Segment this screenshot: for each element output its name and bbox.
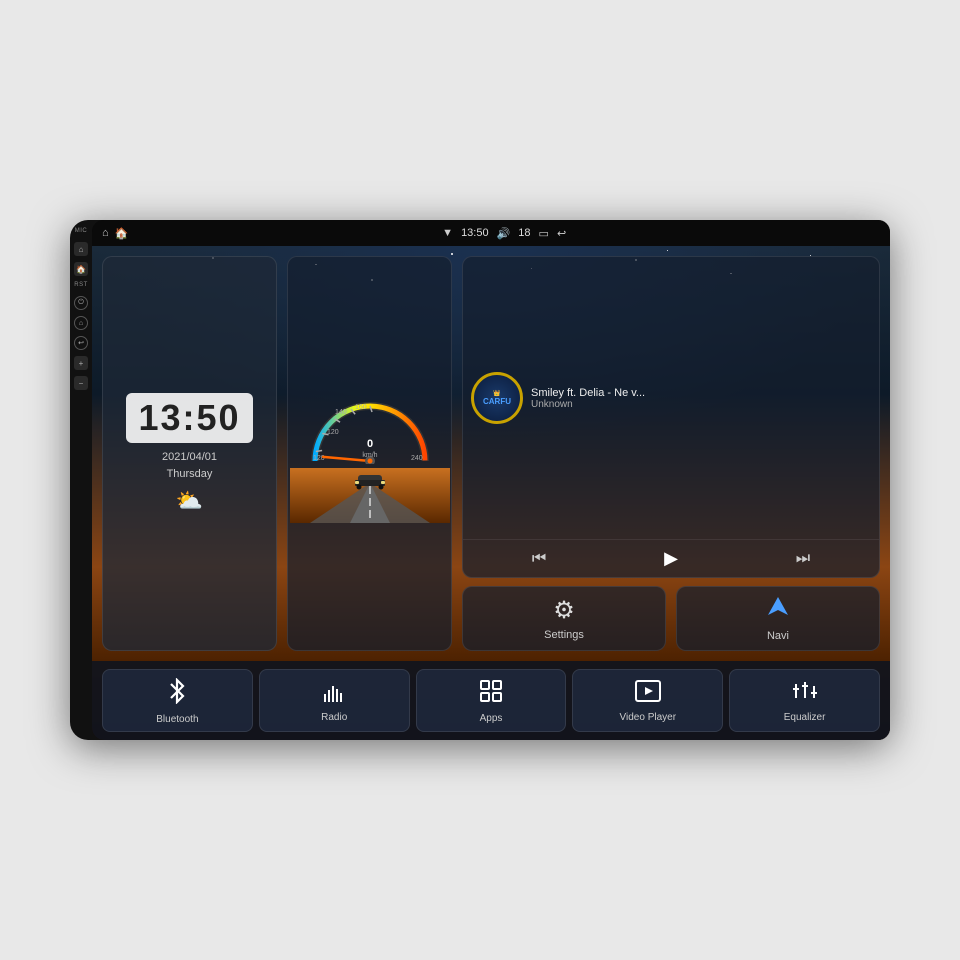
vol-up-btn[interactable]: + <box>74 356 88 370</box>
right-column: 👑 CARFU Smiley ft. Delia - Ne v... Unkno… <box>462 256 880 651</box>
music-top: 👑 CARFU Smiley ft. Delia - Ne v... Unkno… <box>463 257 879 539</box>
music-artist: Unknown <box>531 399 871 410</box>
road-svg <box>290 468 450 523</box>
navi-button[interactable]: Navi <box>676 586 880 651</box>
speedo-container: 120 160 240 140 120 0 km/h <box>301 385 439 468</box>
apps-label: Apps <box>480 713 503 724</box>
radio-label: Radio <box>321 712 347 723</box>
volume-icon: 🔊 <box>497 227 511 240</box>
rst-label: RST <box>74 282 88 288</box>
volume-level: 18 <box>518 227 530 239</box>
radio-button[interactable]: Radio <box>259 669 410 732</box>
clock-date: 2021/04/01 Thursday <box>162 449 217 482</box>
svg-text:140: 140 <box>335 409 347 416</box>
mic-label: MIC <box>75 228 88 234</box>
main-content: 13:50 2021/04/01 Thursday ⛅ <box>92 246 890 740</box>
bluetooth-button[interactable]: Bluetooth <box>102 669 253 732</box>
side-buttons: MIC ⌂ 🏠 RST ⏻ ⌂ ↩ + − <box>70 220 92 740</box>
next-btn[interactable]: ⏭ <box>788 548 818 570</box>
clock-widget: 13:50 2021/04/01 Thursday ⛅ <box>102 256 277 651</box>
clock-time: 13:50 <box>138 397 240 439</box>
svg-text:160: 160 <box>355 404 367 411</box>
play-btn[interactable]: ▶ <box>656 546 686 571</box>
back-status-icon: ↩ <box>557 227 566 240</box>
weather-icon: ⛅ <box>176 488 203 514</box>
music-title: Smiley ft. Delia - Ne v... <box>531 387 871 399</box>
widgets-row: 13:50 2021/04/01 Thursday ⛅ <box>92 246 890 661</box>
svg-text:120: 120 <box>327 429 339 436</box>
navi-icon <box>766 595 790 626</box>
clock-display: 13:50 <box>126 393 252 443</box>
status-center: ▼ 13:50 🔊 18 ▭ ↩ <box>442 227 566 240</box>
music-info: Smiley ft. Delia - Ne v... Unknown <box>531 387 871 410</box>
window-icon: ▭ <box>539 227 549 240</box>
vol-down-btn[interactable]: − <box>74 376 88 390</box>
svg-text:km/h: km/h <box>362 452 377 459</box>
svg-text:0: 0 <box>366 438 372 450</box>
road-scene <box>288 468 451 523</box>
settings-row: ⚙ Settings Navi <box>462 586 880 651</box>
equalizer-icon <box>792 680 818 708</box>
status-bar: ⌂ 🏠 ▼ 13:50 🔊 18 ▭ ↩ <box>92 220 890 246</box>
video-icon <box>635 680 661 708</box>
speedo-widget: 120 160 240 140 120 0 km/h <box>287 256 452 651</box>
app-bar: Bluetooth Radio <box>92 661 890 740</box>
music-controls: ⏮ ▶ ⏭ <box>463 539 879 577</box>
album-text: 👑 CARFU <box>483 390 511 406</box>
apps-button[interactable]: Apps <box>416 669 567 732</box>
status-time: 13:50 <box>461 227 489 239</box>
equalizer-button[interactable]: Equalizer <box>729 669 880 732</box>
home2-btn[interactable]: 🏠 <box>74 262 88 276</box>
album-art: 👑 CARFU <box>471 372 523 424</box>
svg-text:240: 240 <box>411 455 423 462</box>
settings-icon: ⚙ <box>553 596 575 625</box>
home3-btn[interactable]: ⌂ <box>74 316 88 330</box>
equalizer-label: Equalizer <box>784 712 826 723</box>
power-btn[interactable]: ⏻ <box>74 296 88 310</box>
navi-label: Navi <box>767 630 789 642</box>
radio-icon <box>322 680 346 708</box>
bluetooth-icon <box>166 678 188 710</box>
video-label: Video Player <box>620 712 677 723</box>
video-player-button[interactable]: Video Player <box>572 669 723 732</box>
apps-icon <box>479 679 503 709</box>
wifi-icon: ▼ <box>442 227 453 239</box>
screen: ⌂ 🏠 ▼ 13:50 🔊 18 ▭ ↩ <box>92 220 890 740</box>
app-icon-status[interactable]: 🏠 <box>115 227 129 240</box>
settings-label: Settings <box>544 629 584 641</box>
bluetooth-label: Bluetooth <box>156 714 198 725</box>
prev-btn[interactable]: ⏮ <box>524 548 554 570</box>
gauge-svg: 120 160 240 140 120 0 km/h <box>305 389 435 464</box>
home-btn[interactable]: ⌂ <box>74 242 88 256</box>
home-icon[interactable]: ⌂ <box>102 227 109 239</box>
back-btn[interactable]: ↩ <box>74 336 88 350</box>
device-outer: MIC ⌂ 🏠 RST ⏻ ⌂ ↩ + − ⌂ 🏠 ▼ 13:50 🔊 18 ▭… <box>70 220 890 740</box>
status-left: ⌂ 🏠 <box>102 227 128 240</box>
settings-button[interactable]: ⚙ Settings <box>462 586 666 651</box>
music-widget: 👑 CARFU Smiley ft. Delia - Ne v... Unkno… <box>462 256 880 578</box>
